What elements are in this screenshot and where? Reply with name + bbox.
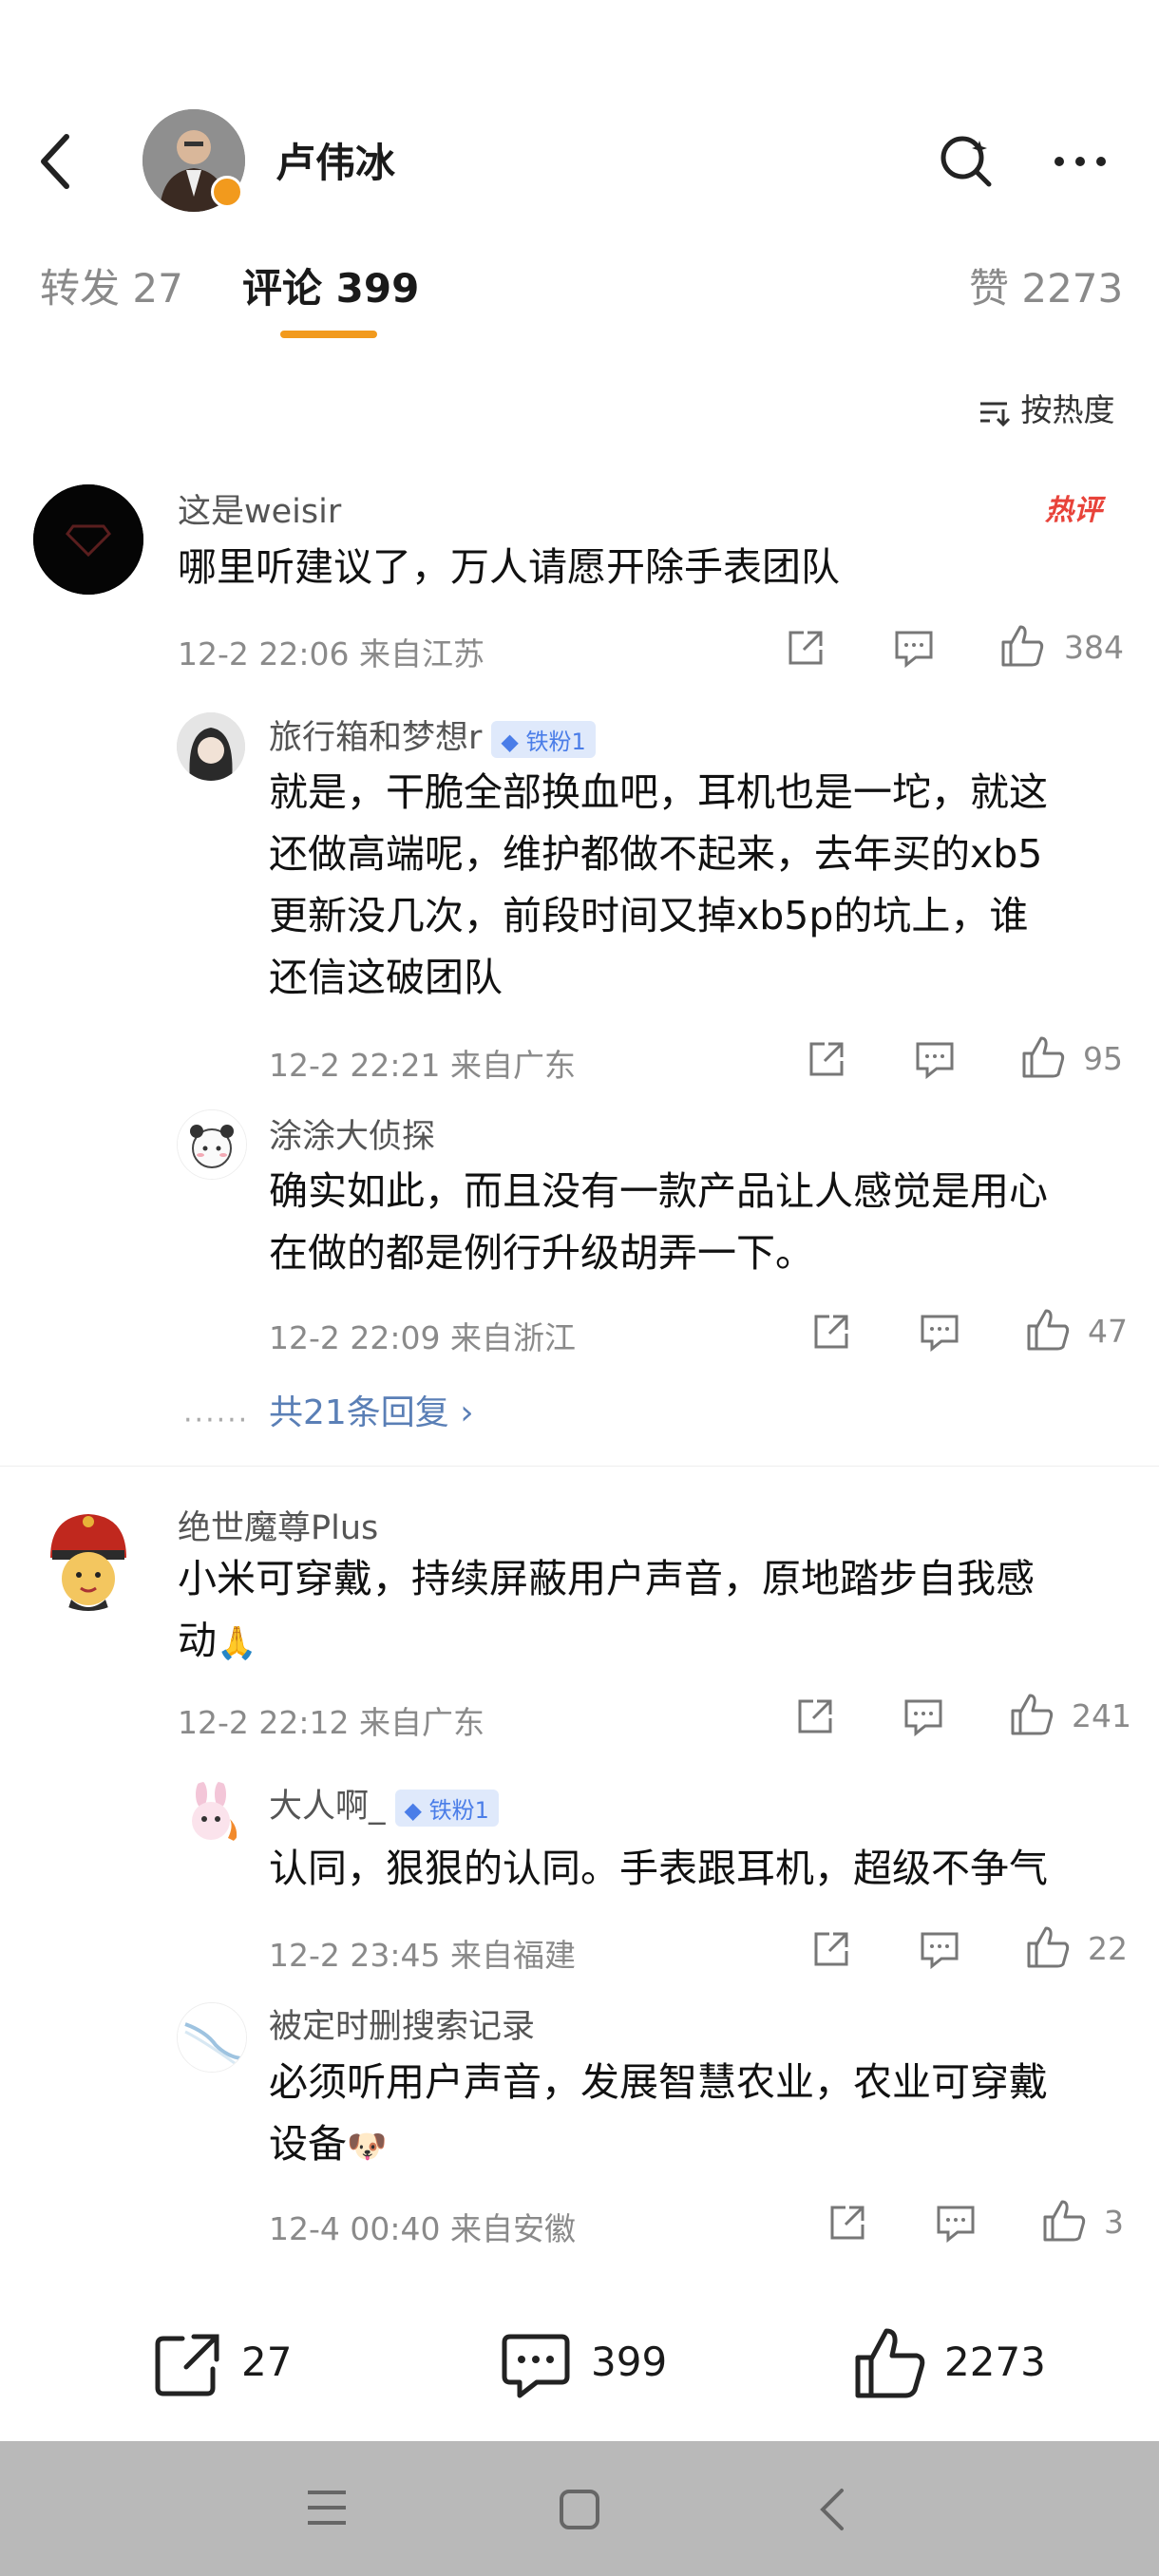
reply-meta: 12-2 22:21 来自广东 <box>269 1047 576 1084</box>
reply-text: 就是，干脆全部换血吧，耳机也是一坨，就这 还做高端呢，维护都做不起来，去年买的x… <box>269 762 1048 1009</box>
repost-icon[interactable] <box>152 2329 224 2401</box>
comment-text: 哪里听建议了，万人请愿开除手表团队 <box>178 544 840 590</box>
thread-dots: ······ <box>183 1404 250 1437</box>
hot-comment-badge: 热评 <box>1045 494 1102 527</box>
share-icon[interactable] <box>806 1038 847 1080</box>
like-icon[interactable] <box>999 623 1045 669</box>
commenter-avatar[interactable] <box>33 484 143 595</box>
like-count: 47 <box>1088 1313 1128 1350</box>
reply-text-line: 必须听用户声音，发展智慧农业，农业可穿戴 <box>269 2059 1048 2105</box>
like-count: 384 <box>1064 629 1124 666</box>
like-icon[interactable] <box>852 2325 928 2401</box>
commenter-name[interactable]: 这是weisir <box>178 484 341 533</box>
share-icon[interactable] <box>794 1695 836 1737</box>
view-all-replies-link[interactable]: 共21条回复 › <box>269 1385 474 1434</box>
reply-icon[interactable] <box>914 1038 956 1080</box>
reply-icon[interactable] <box>893 627 935 669</box>
reply-avatar[interactable] <box>177 2002 247 2073</box>
comment-text-line: 小米可穿戴，持续屏蔽用户声音，原地踏步自我感 <box>178 1556 1035 1601</box>
comment-text: 小米可穿戴，持续屏蔽用户声音，原地踏步自我感 动🙏 <box>178 1548 1035 1675</box>
reply-icon[interactable] <box>919 1311 960 1353</box>
reply-text: 必须听用户声音，发展智慧农业，农业可穿戴 设备🐶 <box>269 2052 1048 2178</box>
share-icon[interactable] <box>810 1311 852 1353</box>
sort-button[interactable]: 按热度 <box>978 385 1115 430</box>
page-title: 卢伟冰 <box>276 140 396 186</box>
reply-text-line: 确实如此，而且没有一款产品让人感觉是用心 <box>269 1168 1048 1214</box>
share-icon[interactable] <box>810 1928 852 1970</box>
like-icon[interactable] <box>1009 1692 1054 1737</box>
reply-name[interactable]: 涂涂大侦探 <box>269 1109 435 1158</box>
back-nav-icon[interactable] <box>817 2487 847 2532</box>
tab-likes[interactable]: 赞 2273 <box>969 256 1123 314</box>
search-icon[interactable] <box>936 131 997 192</box>
system-navigation-bar <box>0 2441 1159 2576</box>
recent-apps-icon[interactable] <box>306 2489 348 2527</box>
like-icon[interactable] <box>1041 2198 1087 2244</box>
divider <box>0 1466 1159 1467</box>
like-count: 241 <box>1072 1697 1131 1734</box>
reply-text-line: 还做高端呢，维护都做不起来，去年买的xb5 <box>269 831 1043 877</box>
fan-badge-label: 铁粉1 <box>428 1796 489 1824</box>
reply-name-text: 大人啊_ <box>269 1788 386 1826</box>
sort-label: 按热度 <box>1020 391 1115 428</box>
commenter-avatar[interactable] <box>33 1501 143 1611</box>
like-count: 22 <box>1088 1930 1128 1967</box>
doge-emoji-icon: 🐶 <box>347 2128 388 2166</box>
reply-text-line: 更新没几次，前段时间又掉xb5p的坑上，谁 <box>269 893 1029 938</box>
reply-icon[interactable] <box>902 1695 944 1737</box>
reply-name-text: 旅行箱和梦想r <box>269 719 483 757</box>
reply-text-line: 还信这破团队 <box>269 955 503 1000</box>
reply-meta: 12-4 00:40 来自安徽 <box>269 2210 576 2247</box>
home-icon[interactable] <box>559 2489 600 2530</box>
bottom-action-bar: 27 399 2273 <box>0 2280 1159 2441</box>
fan-badge: ◆ 铁粉1 <box>491 720 596 758</box>
sort-icon <box>980 402 1011 426</box>
comment-text-segment: 动 <box>178 1618 217 1663</box>
fan-badge: ◆ 铁粉1 <box>394 1789 499 1827</box>
reply-name[interactable]: 大人啊_ ◆ 铁粉1 <box>269 1779 499 1828</box>
reply-text-line: 设备🐶 <box>269 2113 1048 2178</box>
like-icon[interactable] <box>1020 1034 1066 1080</box>
reply-avatar[interactable] <box>177 712 245 781</box>
like-total[interactable]: 2273 <box>944 2339 1046 2385</box>
comment-meta: 12-2 22:12 来自广东 <box>178 1704 484 1741</box>
fan-badge-label: 铁粉1 <box>525 728 586 755</box>
comment-meta: 12-2 22:06 来自江苏 <box>178 635 484 672</box>
like-icon[interactable] <box>1025 1924 1071 1970</box>
back-arrow-icon[interactable] <box>36 133 74 190</box>
praying-hands-emoji-icon: 🙏 <box>217 1624 257 1662</box>
repost-count[interactable]: 27 <box>241 2339 292 2385</box>
like-count: 95 <box>1083 1040 1123 1077</box>
reply-name[interactable]: 被定时删搜索记录 <box>269 1999 535 2048</box>
active-tab-indicator <box>280 331 377 338</box>
top-bar: 卢伟冰 <box>0 0 1159 223</box>
more-options-icon[interactable] <box>1050 131 1111 192</box>
commenter-name[interactable]: 绝世魔尊Plus <box>178 1501 378 1549</box>
reply-name[interactable]: 旅行箱和梦想r ◆ 铁粉1 <box>269 710 596 759</box>
share-icon[interactable] <box>785 627 826 669</box>
reply-meta: 12-2 23:45 来自福建 <box>269 1937 576 1974</box>
share-icon[interactable] <box>826 2202 868 2244</box>
reply-meta: 12-2 22:09 来自浙江 <box>269 1319 576 1356</box>
reply-avatar[interactable] <box>177 1109 247 1180</box>
tab-comments[interactable]: 评论 399 <box>242 256 419 314</box>
tab-repost[interactable]: 转发 27 <box>40 256 183 314</box>
comment-count[interactable]: 399 <box>591 2339 667 2385</box>
verified-badge-icon <box>211 176 243 208</box>
like-icon[interactable] <box>1025 1307 1071 1353</box>
reply-text-line: 就是，干脆全部换血吧，耳机也是一坨，就这 <box>269 769 1048 815</box>
like-count: 3 <box>1104 2204 1124 2241</box>
reply-text: 确实如此，而且没有一款产品让人感觉是用心 在做的都是例行升级胡弄一下。 <box>269 1161 1048 1284</box>
reply-text-line: 在做的都是例行升级胡弄一下。 <box>269 1230 814 1276</box>
comment-icon[interactable] <box>499 2329 573 2401</box>
reply-avatar[interactable] <box>177 1781 245 1849</box>
reply-icon[interactable] <box>935 2202 977 2244</box>
reply-text: 认同，狠狠的认同。手表跟耳机，超级不争气 <box>269 1846 1048 1891</box>
reply-text-segment: 设备 <box>269 2121 347 2167</box>
comment-text-line: 动🙏 <box>178 1610 1035 1675</box>
reply-icon[interactable] <box>919 1928 960 1970</box>
